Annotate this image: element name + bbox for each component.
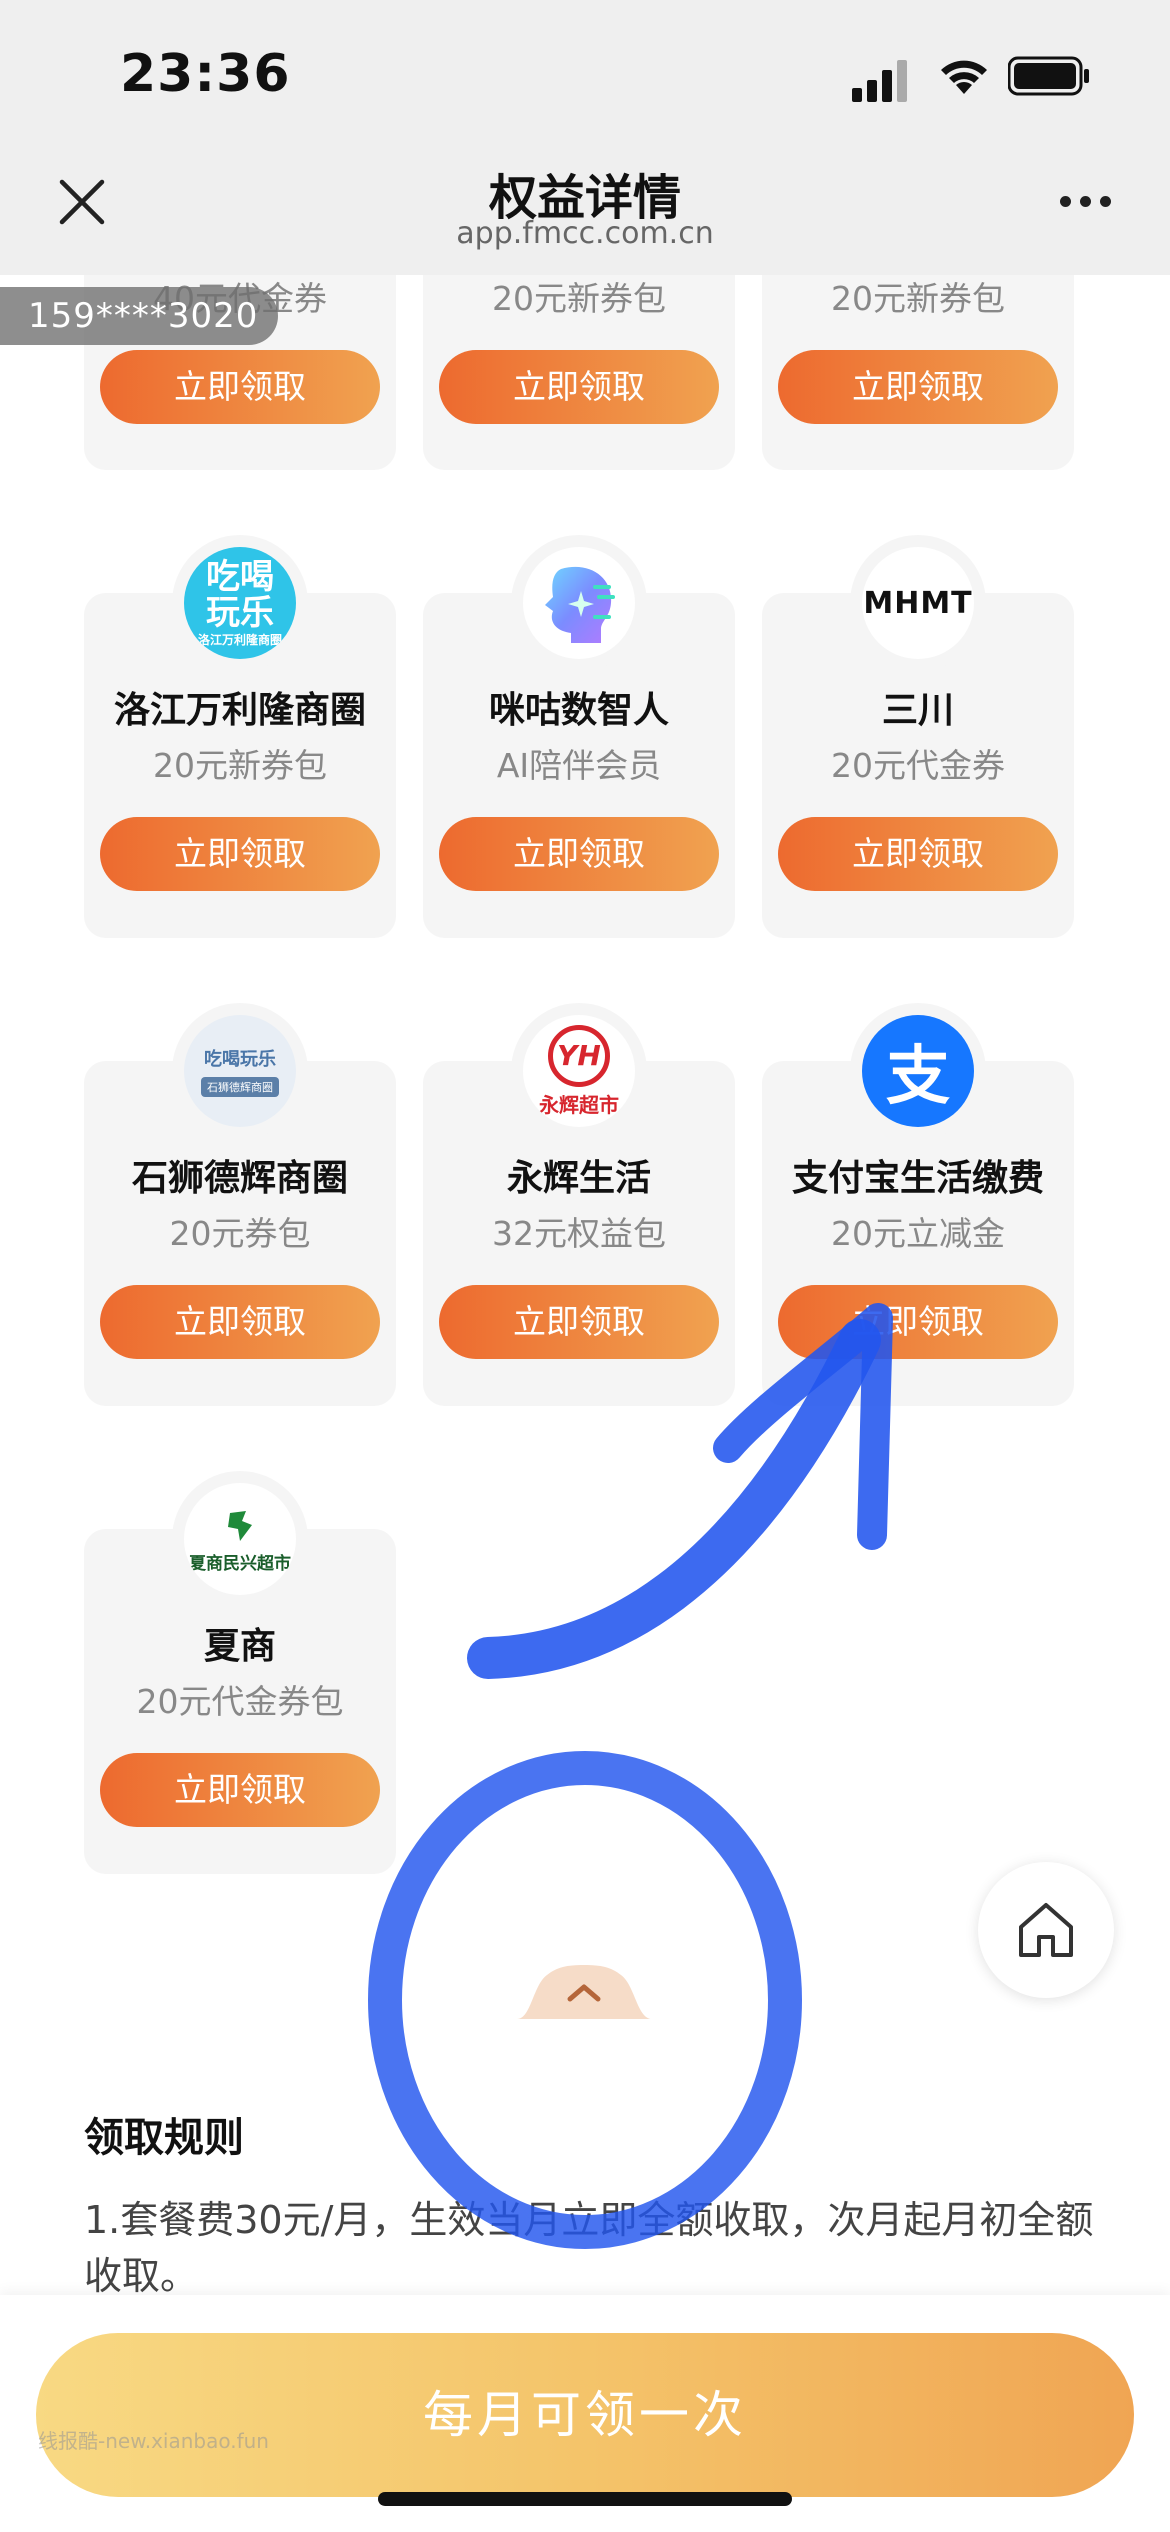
claim-button[interactable]: 立即领取 [439,817,719,891]
card-desc: 32元权益包 [492,1214,666,1253]
chihe-wanle-logo: 吃喝 玩乐 洛江万利隆商圈 [184,547,296,659]
claim-button[interactable]: 立即领取 [778,817,1058,891]
migu-head-icon [545,566,615,643]
yonghui-logo: YH 永辉超市 [523,1015,635,1127]
xiashang-leaf-icon [228,1510,252,1541]
benefit-card-alipay: 支 支付宝生活缴费 20元立减金 立即领取 [762,1003,1074,1406]
cellular-signal-icon [852,60,907,102]
mhmt-logo: MHMT [862,547,974,659]
card-desc: 20元券包 [169,1214,311,1253]
card-name: 夏商 [203,1626,276,1667]
claim-button[interactable]: 立即领取 [100,350,380,424]
claim-button[interactable]: 立即领取 [439,1285,719,1359]
benefit-card-migu: 咪咕数智人 AI陪伴会员 立即领取 [423,535,735,938]
card-name: 咪咕数智人 [488,690,669,731]
card-name: 石狮德辉商圈 [131,1158,348,1199]
benefit-card-sanchuan: MHMT 三川 20元代金券 立即领取 [762,535,1074,938]
rules-text: 1.套餐费30元/月，生效当月立即全额收取，次月起月初全额收取。 [84,2198,1094,2298]
claim-button[interactable]: 立即领取 [100,817,380,891]
status-time: 23:36 [120,44,291,104]
page-domain: app.fmcc.com.cn [456,216,714,251]
migu-digital-human-logo [523,547,635,659]
rules-title: 领取规则 [84,2115,244,2161]
more-options-icon[interactable] [1058,196,1118,216]
card-desc: 20元代金券 [831,746,1005,785]
home-indicator [378,2492,792,2506]
claim-button-alipay[interactable]: 立即领取 [778,1285,1058,1359]
claim-button[interactable]: 立即领取 [778,350,1058,424]
nav-bar: 权益详情 app.fmcc.com.cn [0,150,1170,275]
watermark: 线报酷-new.xianbao.fun [38,2429,269,2453]
home-button[interactable] [978,1862,1114,1998]
card-name: 三川 [881,690,954,731]
account-badge: 159****3020 [0,287,278,345]
xiashang-logo: 夏商民兴超市 [184,1483,296,1595]
card-desc: AI陪伴会员 [496,746,662,785]
card-desc: 20元新券包 [153,746,327,785]
claim-button[interactable]: 立即领取 [439,350,719,424]
benefit-card-yonghui: YH 永辉超市 永辉生活 32元权益包 立即领取 [423,1003,735,1406]
benefit-card-shishi: 吃喝玩乐 石狮德辉商圈 石狮德辉商圈 20元券包 立即领取 [84,1003,396,1406]
card-desc: 20元新券包 [831,279,1005,318]
card-desc: 20元立减金 [831,1214,1005,1253]
claim-button[interactable]: 立即领取 [100,1753,380,1827]
card-desc: 20元代金券包 [136,1682,344,1721]
monthly-claim-button[interactable]: 每月可领一次 [36,2333,1134,2497]
collapse-tab[interactable] [517,1965,652,2019]
card-name: 支付宝生活缴费 [791,1158,1044,1199]
benefit-card-luojiang: 吃喝 玩乐 洛江万利隆商圈 洛江万利隆商圈 20元新券包 立即领取 [84,535,396,938]
card-desc: 20元新券包 [492,279,666,318]
claim-button[interactable]: 立即领取 [100,1285,380,1359]
benefit-card-xiashang: 夏商民兴超市 夏商 20元代金券包 立即领取 [84,1471,396,1874]
status-bar: 23:36 [0,0,1170,150]
shishi-dehui-logo: 吃喝玩乐 石狮德辉商圈 [184,1015,296,1127]
home-icon [1019,1903,1073,1957]
battery-icon [1008,56,1089,96]
wifi-icon [941,60,987,94]
card-name: 永辉生活 [506,1158,651,1199]
card-name: 洛江万利隆商圈 [113,690,366,731]
alipay-logo: 支 [862,1015,974,1127]
